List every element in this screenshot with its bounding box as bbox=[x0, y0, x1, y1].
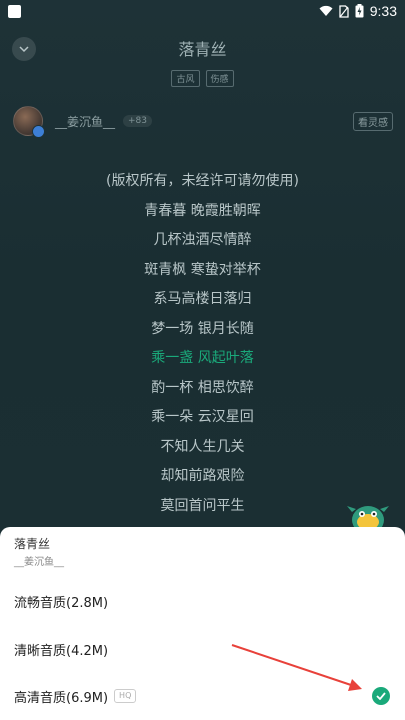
lyric-line: 乘一朵 云汉星回 bbox=[151, 409, 254, 425]
battery-charging-icon bbox=[355, 4, 364, 18]
verified-badge-icon bbox=[32, 125, 45, 138]
lyric-line: 几杯浊酒尽情醉 bbox=[153, 232, 252, 248]
lyric-line: 梦一场 银月长随 bbox=[151, 320, 254, 337]
lyric-line: (版权所有，未经许可请勿使用) bbox=[106, 173, 299, 189]
artist-name[interactable]: __姜沉鱼__ bbox=[55, 113, 115, 130]
quality-sheet: 落青丝 __姜沉鱼__ 流畅音质(2.8M) 清晰音质(4.2M) 高清音质(6… bbox=[0, 527, 405, 720]
quality-option-hq[interactable]: 高清音质(6.9M) HQ bbox=[14, 682, 394, 710]
status-bar: 9:33 bbox=[0, 0, 405, 22]
artist-row: __姜沉鱼__ +83 看灵感 bbox=[13, 104, 393, 138]
tag-mood[interactable]: 伤感 bbox=[205, 70, 234, 87]
mascot-icon[interactable] bbox=[346, 498, 390, 528]
sheet-title: 落青丝 bbox=[14, 537, 51, 551]
lyric-line-active: 乘一盏 风起叶落 bbox=[151, 350, 254, 366]
lyrics-panel[interactable]: (版权所有，未经许可请勿使用) 青春暮 晚霞胜朝晖 几杯浊酒尽情醉 斑青枫 寒蛰… bbox=[0, 170, 405, 524]
player-screen: 9:33 落青丝 古风 伤感 __姜沉鱼__ +83 看灵感 (版权所有，未经许… bbox=[0, 0, 405, 720]
hq-badge: HQ bbox=[114, 689, 137, 703]
quality-option-label: 高清音质(6.9M) bbox=[14, 690, 109, 706]
wifi-icon bbox=[319, 5, 333, 16]
lyric-line: 不知人生几关 bbox=[160, 438, 245, 455]
lyric-line: 莫回首问平生 bbox=[160, 497, 245, 514]
lyric-line: 青春暮 晚霞胜朝晖 bbox=[144, 202, 261, 219]
no-sim-icon bbox=[339, 4, 349, 18]
lyric-line: 酌一杯 相思饮醉 bbox=[151, 379, 254, 396]
lyric-line: 却知前路艰险 bbox=[160, 468, 245, 484]
lyric-line: 斑青枫 寒蛰对举杯 bbox=[144, 261, 261, 278]
view-inspiration-button[interactable]: 看灵感 bbox=[353, 111, 393, 131]
notification-icon bbox=[8, 4, 21, 18]
quality-option-clear[interactable]: 清晰音质(4.2M) bbox=[14, 635, 394, 663]
song-tags: 古风 伤感 bbox=[0, 70, 405, 87]
quality-option-label: 流畅音质(2.8M) bbox=[14, 595, 109, 611]
sheet-subtitle: __姜沉鱼__ bbox=[14, 557, 64, 568]
song-title: 落青丝 bbox=[178, 40, 227, 59]
status-right: 9:33 bbox=[319, 3, 397, 19]
clock: 9:33 bbox=[369, 3, 397, 19]
lyric-line: 系马高楼日落归 bbox=[153, 291, 252, 307]
tag-genre[interactable]: 古风 bbox=[171, 70, 200, 87]
quality-option-label: 清晰音质(4.2M) bbox=[14, 643, 109, 659]
avatar[interactable] bbox=[13, 106, 45, 138]
selected-check-icon[interactable] bbox=[372, 687, 390, 705]
artist-count-badge: +83 bbox=[123, 115, 153, 127]
quality-option-smooth[interactable]: 流畅音质(2.8M) bbox=[14, 587, 394, 615]
